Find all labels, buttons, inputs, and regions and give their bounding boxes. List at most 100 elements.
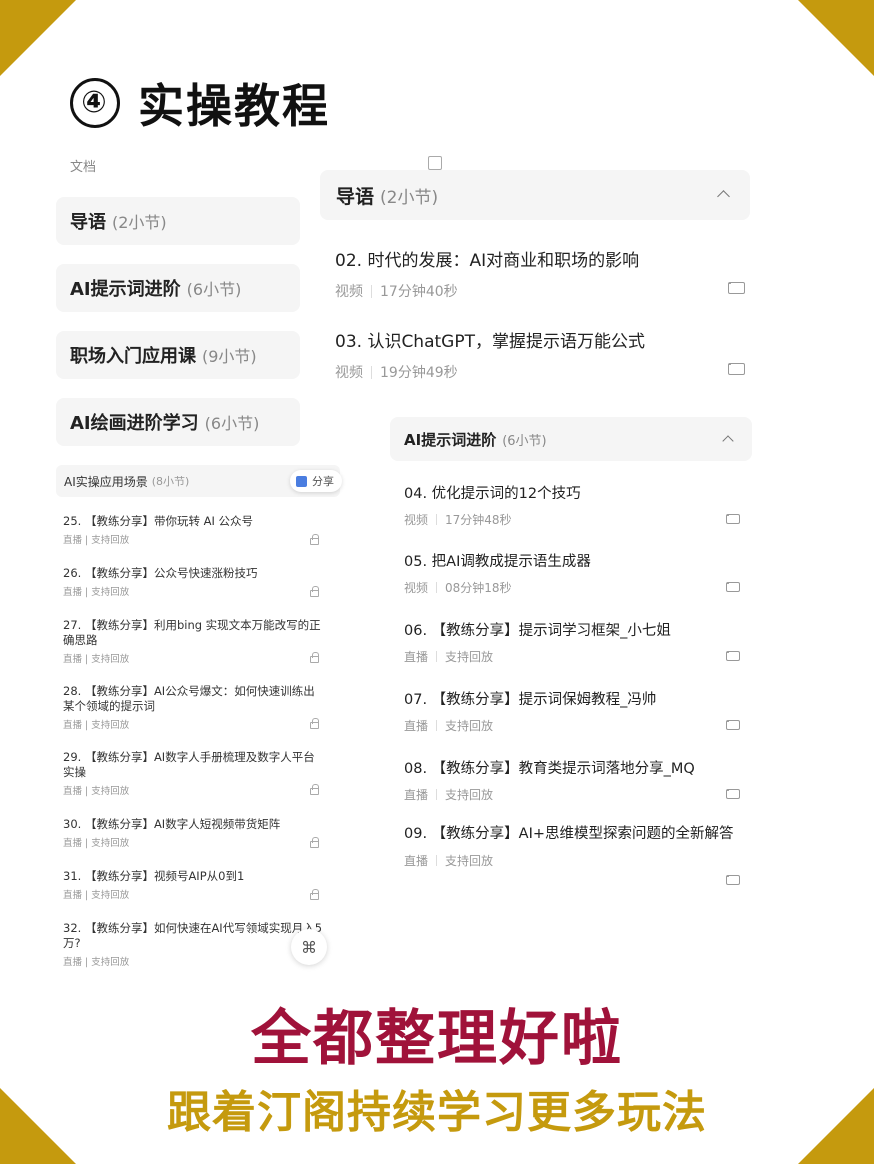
menu-fab-button[interactable]: ⌘ [291, 929, 327, 965]
section-title: AI实操应用场景 [64, 474, 148, 489]
section-title: 职场入门应用课 [70, 346, 196, 367]
lock-icon [726, 875, 740, 885]
doc-label: 文档 [70, 160, 97, 175]
section-count: (6小节) [204, 414, 260, 433]
section-workplace[interactable]: 职场入门应用课 (9小节) [56, 331, 300, 379]
lesson-meta: 直播 支持回放 [404, 854, 494, 868]
lock-icon [726, 514, 740, 524]
lock-icon [310, 652, 319, 663]
lesson-title: 30. 【教练分享】AI数字人短视频带货矩阵 [63, 817, 281, 831]
lesson-title: 25. 【教练分享】带你玩转 AI 公众号 [63, 514, 254, 528]
section-title: AI绘画进阶学习 [70, 413, 199, 434]
lock-icon [310, 534, 319, 545]
lesson-title: 04. 优化提示词的12个技巧 [404, 486, 581, 502]
lesson-meta: 视频 17分钟48秒 [404, 513, 512, 527]
section-count: (6小节) [186, 280, 242, 299]
section-prompt-advanced[interactable]: AI提示词进阶 (6小节) [56, 264, 300, 312]
share-icon [296, 475, 307, 487]
section-count: (6小节) [502, 433, 547, 449]
lesson-item[interactable]: 06. 【教练分享】提示词学习框架_小七姐 直播 支持回放 [404, 619, 740, 665]
lesson-title: 02. 时代的发展：AI对商业和职场的影响 [335, 251, 640, 271]
lesson-meta: 视频 08分钟18秒 [404, 581, 512, 595]
list-item[interactable]: 28. 【教练分享】AI公众号爆文：如何快速训练出某个领域的提示词 直播 | 支… [63, 684, 325, 731]
lesson-title: 06. 【教练分享】提示词学习框架_小七姐 [404, 623, 671, 639]
lesson-title: 05. 把AI调教成提示语生成器 [404, 554, 591, 570]
chevron-up-icon [722, 435, 734, 447]
chevron-up-icon [717, 190, 730, 203]
lesson-meta: 视频 17分钟40秒 [335, 284, 458, 300]
lesson-title: 08. 【教练分享】教育类提示词落地分享_MQ [404, 761, 695, 777]
lesson-title: 29. 【教练分享】AI数字人手册梳理及数字人平台实操 [63, 750, 315, 779]
section-title: AI提示词进阶 [70, 279, 181, 300]
section-count: (2小节) [380, 187, 439, 208]
page-title-text: 实操教程 [138, 79, 330, 133]
lesson-meta: 直播 | 支持回放 [63, 654, 130, 665]
lesson-item[interactable]: 03. 认识ChatGPT，掌握提示语万能公式 视频 19分钟49秒 [335, 327, 745, 382]
lock-icon [310, 837, 319, 848]
corner-decoration-top-left [0, 0, 76, 76]
list-item[interactable]: 27. 【教练分享】利用bing 实现文本万能改写的正确思路 直播 | 支持回放 [63, 618, 325, 665]
lesson-meta: 直播 | 支持回放 [63, 786, 130, 797]
slogan-headline: 全都整理好啦 [251, 1004, 623, 1074]
lesson-meta: 视频 19分钟49秒 [335, 365, 458, 381]
lesson-meta: 直播 | 支持回放 [63, 957, 130, 968]
intro-section-card: 导语 (2小节) 02. 时代的发展：AI对商业和职场的影响 视频 17分钟40秒… [320, 170, 750, 408]
lesson-meta: 直播 | 支持回放 [63, 720, 130, 731]
lesson-title: 09. 【教练分享】AI+思维模型探索问题的全新解答 [404, 826, 734, 842]
lesson-meta: 直播 | 支持回放 [63, 587, 130, 598]
lesson-item[interactable]: 02. 时代的发展：AI对商业和职场的影响 视频 17分钟40秒 [335, 246, 745, 301]
lock-icon [726, 651, 740, 661]
list-item[interactable]: 30. 【教练分享】AI数字人短视频带货矩阵 直播 | 支持回放 [63, 817, 325, 849]
lesson-item[interactable]: 04. 优化提示词的12个技巧 视频 17分钟48秒 [404, 482, 740, 528]
grid-icon: ⌘ [301, 937, 317, 957]
section-count: (2小节) [112, 213, 167, 232]
calendar-icon [428, 156, 442, 170]
corner-decoration-top-right [798, 0, 874, 76]
lesson-item[interactable]: 07. 【教练分享】提示词保姆教程_冯帅 直播 支持回放 [404, 688, 740, 734]
list-item[interactable]: 29. 【教练分享】AI数字人手册梳理及数字人平台实操 直播 | 支持回放 [63, 750, 325, 797]
lesson-title: 31. 【教练分享】视频号AIP从0到1 [63, 869, 245, 883]
lesson-meta: 直播 | 支持回放 [63, 838, 130, 849]
lock-icon [310, 718, 319, 729]
list-item[interactable]: 31. 【教练分享】视频号AIP从0到1 直播 | 支持回放 [63, 869, 325, 901]
share-button[interactable]: 分享 [290, 470, 342, 492]
lesson-meta: 直播 支持回放 [404, 650, 494, 664]
lesson-meta: 直播 支持回放 [404, 719, 494, 733]
lock-icon [726, 789, 740, 799]
share-label: 分享 [312, 475, 334, 488]
lock-icon [310, 889, 319, 900]
section-intro[interactable]: 导语 (2小节) [56, 197, 300, 245]
lesson-title: 07. 【教练分享】提示词保姆教程_冯帅 [404, 692, 657, 708]
lock-icon [726, 720, 740, 730]
lesson-title: 26. 【教练分享】公众号快速涨粉技巧 [63, 566, 258, 580]
prompt-section-card: AI提示词进阶 (6小节) 04. 优化提示词的12个技巧 视频 17分钟48秒 … [390, 415, 754, 895]
page-title: ④ 实操教程 [70, 70, 330, 136]
section-count: (9小节) [202, 347, 257, 366]
slogan-subline: 跟着汀阁持续学习更多玩法 [167, 1087, 707, 1138]
lock-icon [310, 784, 319, 795]
lesson-item[interactable]: 05. 把AI调教成提示语生成器 视频 08分钟18秒 [404, 550, 740, 596]
lesson-meta: 直播 支持回放 [404, 788, 494, 802]
section-title: 导语 [70, 212, 106, 233]
step-number-badge: ④ [70, 78, 120, 128]
list-item[interactable]: 26. 【教练分享】公众号快速涨粉技巧 直播 | 支持回放 [63, 566, 325, 598]
lesson-title: 27. 【教练分享】利用bing 实现文本万能改写的正确思路 [63, 618, 321, 647]
section-header-intro[interactable]: 导语 (2小节) [320, 170, 750, 220]
lesson-meta: 直播 | 支持回放 [63, 535, 130, 546]
lock-icon [310, 586, 319, 597]
lock-icon [726, 582, 740, 592]
lesson-title: 03. 认识ChatGPT，掌握提示语万能公式 [335, 332, 645, 352]
section-count: (8小节) [151, 475, 190, 488]
list-item[interactable]: 32. 【教练分享】如何快速在AI代写领域实现月入5万? 直播 | 支持回放 [63, 921, 325, 968]
lock-icon [728, 282, 745, 294]
lesson-title: 32. 【教练分享】如何快速在AI代写领域实现月入5万? [63, 921, 323, 950]
lesson-meta: 直播 | 支持回放 [63, 890, 130, 901]
section-title: 导语 [336, 185, 375, 208]
lesson-item[interactable]: 09. 【教练分享】AI+思维模型探索问题的全新解答 直播 支持回放 [404, 825, 740, 885]
lesson-title: 28. 【教练分享】AI公众号爆文：如何快速训练出某个领域的提示词 [63, 684, 315, 713]
lesson-item[interactable]: 08. 【教练分享】教育类提示词落地分享_MQ 直播 支持回放 [404, 757, 740, 803]
list-item[interactable]: 25. 【教练分享】带你玩转 AI 公众号 直播 | 支持回放 [63, 514, 325, 546]
section-title: AI提示词进阶 [404, 430, 497, 449]
section-ai-painting[interactable]: AI绘画进阶学习 (6小节) [56, 398, 300, 446]
section-header-prompt[interactable]: AI提示词进阶 (6小节) [390, 417, 752, 461]
